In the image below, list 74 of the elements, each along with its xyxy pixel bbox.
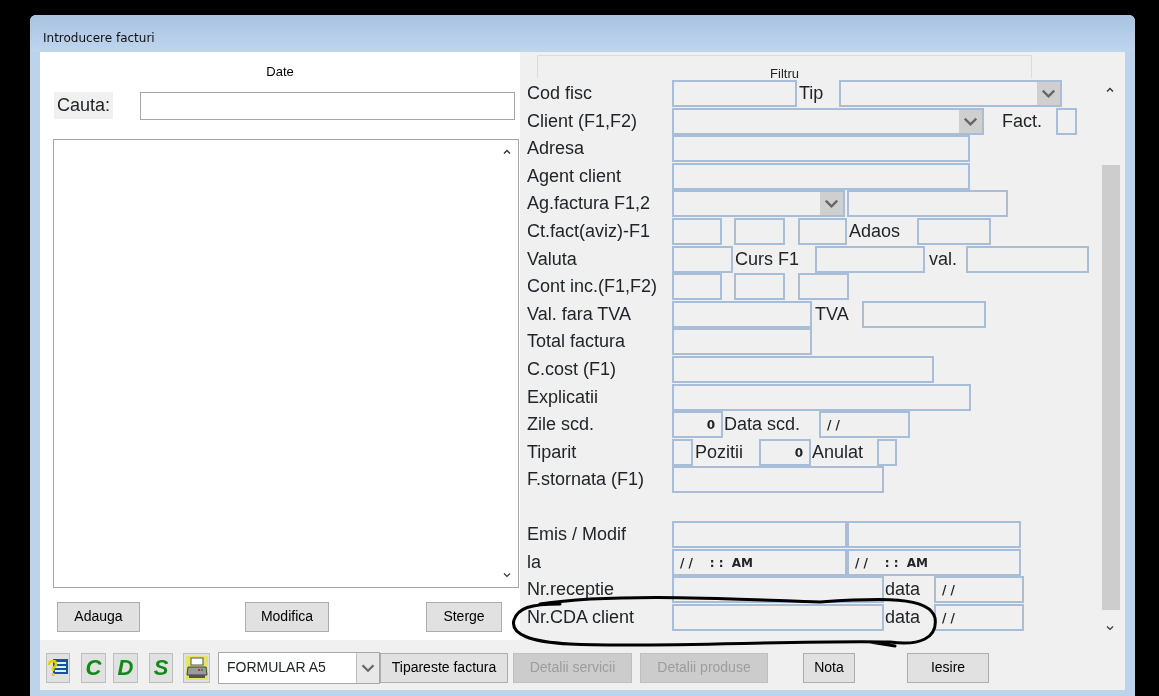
field-label: Client (F1,F2) [527,109,639,133]
input-field[interactable] [672,217,722,245]
caret-icon [356,652,379,683]
dropdown-field[interactable] [672,190,845,218]
input-field[interactable] [672,520,847,548]
field-label: Adresa [527,137,586,161]
field-label: Emis / Modif [527,522,628,546]
field-label: Val. fara TVA [527,302,633,326]
field-label: Cod fisc [527,82,594,105]
toolbar-button[interactable]: Tipareste factura [380,652,508,683]
search-label: Cauta: [54,92,114,119]
input-field[interactable] [672,245,733,273]
input-field[interactable]: / / [934,576,1024,604]
field-label: Nr.receptie [527,578,616,602]
field-label: Total factura [527,330,627,354]
field-label: Zile scd. [527,413,596,437]
field-label: Agent client [527,164,623,188]
field-label: Cont inc.(F1,F2) [527,275,659,299]
input-field[interactable] [862,300,986,328]
search-field[interactable] [140,91,516,120]
scroll-thumb[interactable] [1102,165,1120,610]
input-field[interactable] [672,328,812,356]
tool-button[interactable] [46,652,70,683]
input-field[interactable] [917,217,991,245]
input-field[interactable] [672,603,884,631]
input-field[interactable]: / / : : AM [672,548,847,576]
field-label: C.cost (F1) [527,357,617,381]
number-field[interactable]: 0 [672,411,723,439]
field-label: la [527,550,542,574]
field-label: Explicatii [527,385,600,409]
tab[interactable]: Filtru [537,55,1032,81]
input-field[interactable] [672,466,884,494]
caret-icon [959,109,982,133]
input-field[interactable] [847,190,1008,218]
input-field[interactable] [847,520,1021,548]
input-field[interactable] [966,245,1089,273]
input-field[interactable] [734,273,785,301]
dropdown-field[interactable]: FORMULAR A5 [218,651,380,684]
field-label: Ag.factura F1,2 [527,192,652,216]
input-field[interactable]: / / [819,411,910,439]
tool-button[interactable] [183,652,210,683]
input-field[interactable] [798,273,849,301]
field-label: Ct.fact(aviz)-F1 [527,219,651,243]
toolbar-button[interactable]: Nota [803,652,855,683]
input-field[interactable] [815,245,925,273]
input-field[interactable] [672,162,970,190]
input-field[interactable] [1056,107,1077,135]
caret-icon [820,192,843,216]
input-field[interactable] [672,300,812,328]
list-box[interactable] [53,138,519,588]
input-field[interactable] [672,355,934,383]
input-field[interactable] [672,80,797,107]
input-field[interactable] [672,383,971,411]
list-button[interactable]: Sterge [426,601,502,632]
input-field[interactable] [734,217,785,245]
input-field[interactable] [672,438,693,466]
input-field[interactable] [672,273,722,301]
list-button[interactable]: Modifica [245,601,329,632]
dropdown-field[interactable] [839,80,1062,107]
input-field[interactable]: / / : : AM [847,548,1021,576]
input-field[interactable] [798,217,847,245]
number-field[interactable]: 0 [759,438,811,466]
input-field[interactable] [877,438,897,466]
printer-icon [185,655,208,680]
input-field[interactable] [672,135,970,163]
field-label: Valuta [527,247,578,271]
caret-icon [1037,82,1060,105]
field-label: Nr.CDA client [527,605,636,629]
field-label: Tiparit [527,440,578,464]
field-label: F.stornata (F1) [527,468,646,492]
toolbar-button[interactable]: Iesire [907,652,989,683]
list-button[interactable]: Adauga [57,601,140,632]
dropdown-field[interactable] [672,107,984,135]
input-field[interactable]: / / [934,603,1024,631]
